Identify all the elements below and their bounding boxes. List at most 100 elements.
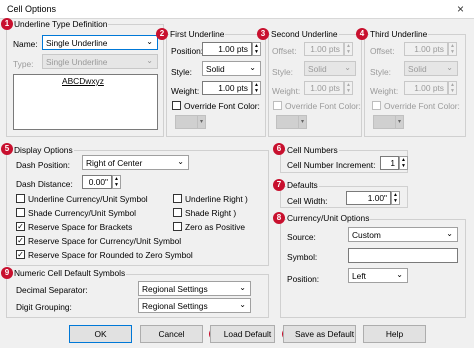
- color-picker[interactable]: ▾: [373, 115, 404, 129]
- style-value: Solid: [308, 64, 327, 74]
- override-color-checkbox[interactable]: [172, 101, 181, 110]
- color-picker[interactable]: ▾: [175, 115, 206, 129]
- reserve-brackets-checkbox[interactable]: ✓: [16, 222, 25, 231]
- weight-input[interactable]: 1.00 pts: [304, 81, 344, 95]
- reserve-rounded-label: Reserve Space for Rounded to Zero Symbol: [28, 250, 193, 260]
- dropdown-arrow-icon: ▾: [395, 116, 403, 128]
- badge-6: 6: [273, 143, 285, 155]
- weight-input[interactable]: 1.00 pts: [202, 81, 252, 95]
- spin-down-icon[interactable]: ▼: [113, 182, 120, 188]
- style-label: Style:: [370, 67, 391, 77]
- currency-position-dropdown[interactable]: Left ⌄: [348, 268, 408, 283]
- weight-spinner[interactable]: ▲ ▼: [448, 81, 457, 95]
- chevron-down-icon: ⌄: [177, 157, 184, 166]
- name-dropdown[interactable]: Single Underline ⌄: [42, 35, 158, 50]
- style-dropdown[interactable]: Solid ⌄: [304, 61, 356, 76]
- reserve-brackets-label: Reserve Space for Brackets: [28, 222, 133, 232]
- badge-5: 5: [1, 143, 13, 155]
- underline-currency-label: Underline Currency/Unit Symbol: [28, 194, 148, 204]
- underline-right-checkbox[interactable]: [173, 194, 182, 203]
- dropdown-arrow-icon: ▾: [197, 116, 205, 128]
- spin-down-icon[interactable]: ▼: [449, 49, 456, 55]
- save-as-default-button[interactable]: Save as Default: [283, 325, 356, 343]
- weight-input[interactable]: 1.00 pts: [404, 81, 448, 95]
- position-input[interactable]: 1.00 pts: [202, 42, 252, 56]
- spin-down-icon[interactable]: ▼: [345, 49, 352, 55]
- increment-spinner[interactable]: ▲ ▼: [399, 156, 408, 170]
- decimal-separator-value: Regional Settings: [142, 284, 208, 294]
- badge-8: 8: [273, 212, 285, 224]
- override-color-label: Override Font Color:: [285, 101, 361, 111]
- offset-spinner[interactable]: ▲ ▼: [448, 42, 457, 56]
- chevron-down-icon: ⌄: [396, 270, 403, 279]
- override-color-checkbox[interactable]: [273, 101, 282, 110]
- dash-position-dropdown[interactable]: Right of Center ⌄: [82, 155, 189, 170]
- cell-width-input[interactable]: 1.00": [346, 191, 391, 205]
- chevron-down-icon: ⌄: [344, 63, 351, 72]
- title-bar: Cell Options ×: [0, 0, 474, 19]
- second-underline-title: Second Underline: [270, 29, 339, 39]
- shade-right-label: Shade Right ): [185, 208, 237, 218]
- underline-type-title: Underline Type Definition: [13, 19, 109, 29]
- style-dropdown[interactable]: Solid ⌄: [404, 61, 458, 76]
- increment-label: Cell Number Increment:: [287, 160, 376, 170]
- reserve-currency-checkbox[interactable]: ✓: [16, 236, 25, 245]
- dash-distance-spinner[interactable]: ▲ ▼: [112, 175, 121, 189]
- display-options-title: Display Options: [13, 145, 74, 155]
- cancel-button[interactable]: Cancel: [140, 325, 203, 343]
- shade-currency-checkbox[interactable]: [16, 208, 25, 217]
- digit-grouping-label: Digit Grouping:: [16, 302, 72, 312]
- window-title: Cell Options: [7, 4, 57, 14]
- position-spinner[interactable]: ▲ ▼: [252, 42, 261, 56]
- weight-label: Weight:: [272, 86, 301, 96]
- chevron-down-icon: ⌄: [446, 63, 453, 72]
- symbol-input[interactable]: [348, 248, 458, 263]
- name-label: Name:: [13, 39, 38, 49]
- spin-down-icon[interactable]: ▼: [253, 88, 260, 94]
- digit-grouping-dropdown[interactable]: Regional Settings ⌄: [138, 298, 251, 313]
- spin-down-icon[interactable]: ▼: [345, 88, 352, 94]
- offset-spinner[interactable]: ▲ ▼: [344, 42, 353, 56]
- underline-currency-checkbox[interactable]: [16, 194, 25, 203]
- currency-position-value: Left: [352, 271, 366, 281]
- help-button[interactable]: Help: [363, 325, 426, 343]
- source-dropdown[interactable]: Custom ⌄: [348, 227, 458, 242]
- zero-positive-checkbox[interactable]: [173, 222, 182, 231]
- shade-currency-label: Shade Currency/Unit Symbol: [28, 208, 136, 218]
- weight-spinner[interactable]: ▲ ▼: [344, 81, 353, 95]
- dash-distance-input[interactable]: 0.00": [82, 175, 112, 189]
- shade-right-checkbox[interactable]: [173, 208, 182, 217]
- ok-button[interactable]: OK: [69, 325, 132, 343]
- override-color-label: Override Font Color:: [184, 101, 260, 111]
- first-underline-title: First Underline: [169, 29, 226, 39]
- name-value: Single Underline: [46, 38, 108, 48]
- chevron-down-icon: ⌄: [239, 283, 246, 292]
- weight-label: Weight:: [370, 86, 399, 96]
- type-value: Single Underline: [46, 57, 108, 67]
- spin-down-icon[interactable]: ▼: [392, 198, 399, 204]
- position-label: Position:: [171, 46, 204, 56]
- load-default-button[interactable]: Load Default: [210, 325, 275, 343]
- badge-2: 2: [156, 28, 168, 40]
- weight-spinner[interactable]: ▲ ▼: [252, 81, 261, 95]
- spin-down-icon[interactable]: ▼: [253, 49, 260, 55]
- spin-down-icon[interactable]: ▼: [449, 88, 456, 94]
- reserve-rounded-checkbox[interactable]: ✓: [16, 250, 25, 259]
- offset-input[interactable]: 1.00 pts: [404, 42, 448, 56]
- underline-right-label: Underline Right ): [185, 194, 248, 204]
- decimal-separator-dropdown[interactable]: Regional Settings ⌄: [138, 281, 251, 296]
- defaults-title: Defaults: [286, 180, 319, 190]
- type-dropdown[interactable]: Single Underline ⌄: [42, 54, 158, 69]
- offset-input[interactable]: 1.00 pts: [304, 42, 344, 56]
- increment-input[interactable]: 1: [380, 156, 399, 170]
- badge-4: 4: [356, 28, 368, 40]
- symbol-label: Symbol:: [287, 252, 318, 262]
- style-dropdown[interactable]: Solid ⌄: [202, 61, 261, 76]
- style-label: Style:: [171, 67, 192, 77]
- override-color-checkbox[interactable]: [372, 101, 381, 110]
- override-color-label: Override Font Color:: [384, 101, 460, 111]
- cell-width-spinner[interactable]: ▲ ▼: [391, 191, 400, 205]
- spin-down-icon[interactable]: ▼: [400, 163, 407, 169]
- close-icon[interactable]: ×: [457, 2, 464, 16]
- color-picker[interactable]: ▾: [276, 115, 307, 129]
